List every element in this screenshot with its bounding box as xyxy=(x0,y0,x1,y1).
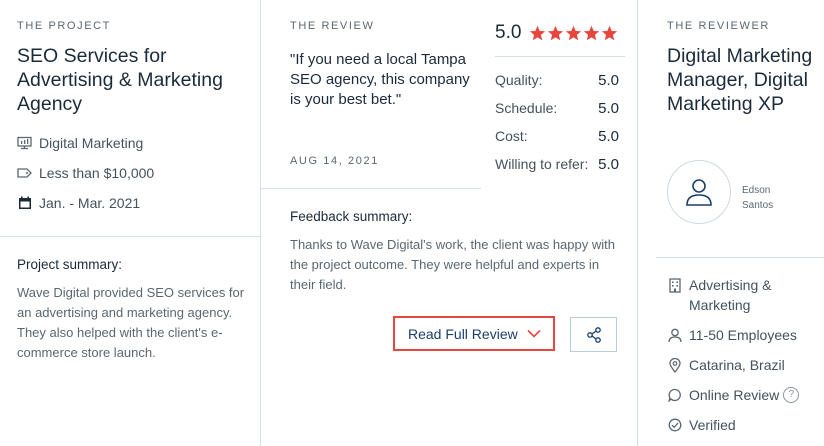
score-schedule-value: 5.0 xyxy=(598,100,619,117)
score-cost: Cost: 5.0 xyxy=(495,128,619,145)
reviewer-title: Digital Marketing Manager, Digital Marke… xyxy=(667,45,813,115)
star-icon xyxy=(602,25,618,40)
overall-rating-value: 5.0 xyxy=(495,22,522,43)
avatar xyxy=(667,160,731,224)
score-quality: Quality: 5.0 xyxy=(495,72,619,89)
reviewer-name: Edson Santos xyxy=(742,185,774,211)
score-schedule-label: Schedule: xyxy=(495,100,558,116)
calendar-icon xyxy=(17,196,32,211)
star-rating xyxy=(529,25,618,42)
score-cost-value: 5.0 xyxy=(598,128,619,145)
reviewer-verified: Verified xyxy=(667,415,736,435)
project-divider xyxy=(0,236,260,237)
building-icon xyxy=(667,275,682,295)
reviewer-review-source-text: Online Review xyxy=(689,387,780,403)
reviewer-divider xyxy=(656,257,824,258)
share-icon xyxy=(586,326,601,343)
reviewer-company-size-text: 11-50 Employees xyxy=(689,327,797,343)
check-circle-icon xyxy=(667,415,682,435)
reviewer-column: THE REVIEWER Digital Marketing Manager, … xyxy=(638,0,824,446)
score-quality-value: 5.0 xyxy=(598,72,619,89)
reviewer-industry-text: Advertising & Marketing xyxy=(689,277,772,313)
reviewer-company-size: 11-50 Employees xyxy=(667,325,797,345)
project-title: SEO Services for Advertising & Marketing… xyxy=(17,45,223,115)
star-icon xyxy=(584,25,600,40)
chevron-down-icon xyxy=(527,329,541,338)
help-icon[interactable]: ? xyxy=(783,387,800,403)
price-tag-icon xyxy=(17,166,32,181)
reviewer-eyebrow: THE REVIEWER xyxy=(667,20,770,32)
chat-bubble-icon xyxy=(667,385,682,405)
project-category: Digital Marketing xyxy=(17,135,143,151)
star-icon xyxy=(566,25,582,40)
reviewer-industry: Advertising & Marketing xyxy=(667,275,807,315)
read-full-review-button[interactable]: Read Full Review xyxy=(393,316,555,351)
score-willing-to-refer: Willing to refer: 5.0 xyxy=(495,156,619,173)
project-dates: Jan. - Mar. 2021 xyxy=(17,195,140,211)
rating-panel: 5.0 Quality: 5.0 Schedule: 5.0 Cost: 5.0… xyxy=(481,0,639,188)
score-cost-label: Cost: xyxy=(495,128,528,144)
overall-rating: 5.0 xyxy=(495,22,618,44)
reviewer-location: Catarina, Brazil xyxy=(667,355,785,375)
project-category-text: Digital Marketing xyxy=(39,135,144,151)
project-summary-text: Wave Digital provided SEO services for a… xyxy=(17,285,245,360)
score-willing-to-refer-value: 5.0 xyxy=(598,156,619,173)
project-column: THE PROJECT SEO Services for Advertising… xyxy=(0,0,260,446)
project-eyebrow: THE PROJECT xyxy=(17,20,111,32)
star-icon xyxy=(530,25,546,40)
review-quote: "If you need a local Tampa SEO agency, t… xyxy=(290,51,470,108)
project-budget: Less than $10,000 xyxy=(17,165,154,181)
star-icon xyxy=(548,25,564,40)
feedback-summary-label: Feedback summary: xyxy=(290,209,413,224)
reviewer-verified-text: Verified xyxy=(689,417,736,433)
monitor-icon xyxy=(17,136,32,151)
reviewer-review-source: Online Review ? xyxy=(667,385,800,405)
user-icon xyxy=(686,179,712,206)
share-button[interactable] xyxy=(570,317,617,352)
project-dates-text: Jan. - Mar. 2021 xyxy=(39,195,141,211)
score-quality-label: Quality: xyxy=(495,72,543,88)
review-column: THE REVIEW "If you need a local Tampa SE… xyxy=(260,0,638,446)
score-willing-to-refer-label: Willing to refer: xyxy=(495,156,589,172)
read-full-review-label: Read Full Review xyxy=(408,325,518,342)
person-icon xyxy=(667,325,682,345)
feedback-summary-text: Thanks to Wave Digital's work, the clien… xyxy=(290,237,615,292)
review-date: AUG 14, 2021 xyxy=(290,155,379,167)
project-budget-text: Less than $10,000 xyxy=(39,165,155,181)
project-summary-label: Project summary: xyxy=(17,257,123,272)
review-divider xyxy=(261,188,481,189)
score-schedule: Schedule: 5.0 xyxy=(495,100,619,117)
reviewer-location-text: Catarina, Brazil xyxy=(689,357,785,373)
location-pin-icon xyxy=(667,355,682,375)
review-eyebrow: THE REVIEW xyxy=(290,20,375,32)
rating-separator xyxy=(495,56,625,57)
